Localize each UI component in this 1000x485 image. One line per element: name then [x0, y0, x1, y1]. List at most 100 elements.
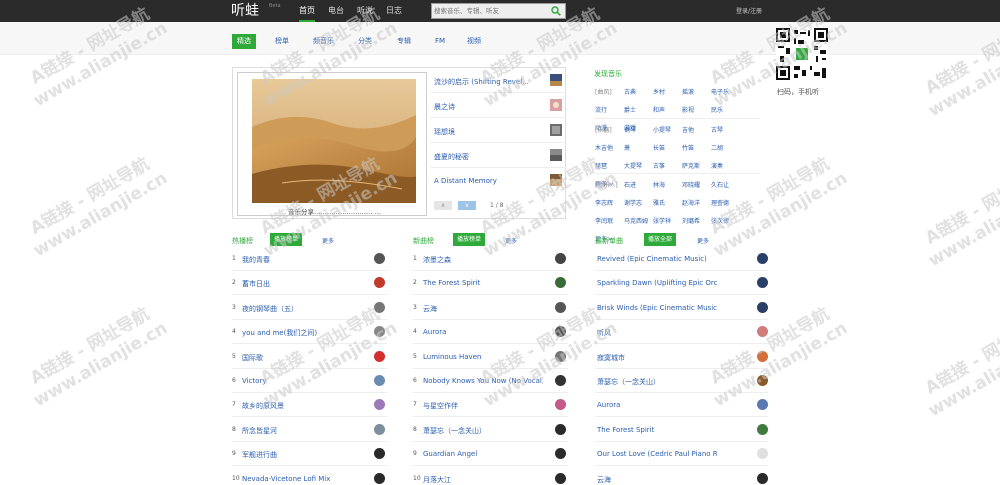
song-title[interactable]: 萧瑟忘（一念关山）	[597, 377, 717, 387]
slide-item-title[interactable]: 盛夏的秘密	[434, 152, 534, 162]
artist-avatar[interactable]	[374, 423, 385, 435]
song-title[interactable]: Brisk Winds (Epic Cinematic Music)	[597, 304, 717, 312]
song-row[interactable]: 10 月落大江	[413, 467, 568, 485]
tag-link[interactable]: 吉他	[682, 125, 694, 134]
tag-link[interactable]: 古典	[624, 87, 636, 96]
song-title[interactable]: 所念皆星河	[242, 426, 362, 436]
tag-link[interactable]: 古筝	[653, 161, 665, 170]
song-row[interactable]: 2 The Forest Spirit	[413, 271, 568, 296]
song-title[interactable]: The Forest Spirit	[597, 426, 717, 434]
song-title[interactable]: Nevada-Vicetone Lofi Mix	[242, 475, 362, 483]
nav-radio[interactable]: 电台	[328, 0, 344, 22]
slide-item[interactable]: 盛夏的秘密	[430, 143, 566, 168]
login-link[interactable]: 登录/注册	[736, 6, 762, 15]
slide-item-title[interactable]: 瑶想境	[434, 127, 534, 137]
song-row[interactable]: 9 军舰进行曲	[232, 442, 387, 467]
song-row[interactable]: Brisk Winds (Epic Cinematic Music)	[595, 296, 768, 320]
artist-avatar[interactable]	[374, 399, 385, 411]
artist-avatar[interactable]	[555, 423, 566, 435]
tag-link[interactable]: 邓晓耀	[682, 180, 700, 189]
song-row[interactable]: Sparkling Dawn (Uplifting Epic Orchest..…	[595, 271, 768, 296]
artist-avatar[interactable]	[757, 399, 768, 411]
tag-link[interactable]: 乡村	[653, 87, 665, 96]
song-title[interactable]: 浓墨之森	[423, 255, 543, 265]
slide-item-title[interactable]: 晨之诗	[434, 102, 534, 112]
tag-link[interactable]: 长笛	[653, 143, 665, 152]
play-all-button[interactable]: 播放全部	[644, 233, 677, 246]
song-row[interactable]: 2 蓄市日出	[232, 271, 387, 296]
tag-link[interactable]: 二胡	[711, 143, 723, 152]
search-input[interactable]	[434, 5, 546, 17]
artist-avatar[interactable]	[757, 448, 768, 460]
tag-link[interactable]: 钢琴	[624, 125, 636, 134]
tag-link[interactable]: 久石让	[711, 180, 729, 189]
artist-avatar[interactable]	[757, 253, 768, 264]
song-row[interactable]: 听风	[595, 320, 768, 345]
song-title[interactable]: 与星空作伴	[423, 401, 543, 411]
tag-link[interactable]: 雅氏	[653, 198, 665, 207]
song-title[interactable]: 云海	[597, 475, 717, 485]
tag-link[interactable]: 张学祥	[653, 216, 671, 225]
song-title[interactable]: 故乡的原风景	[242, 401, 362, 411]
song-title[interactable]: Our Lost Love (Cedric Paul Piano Remix)	[597, 450, 717, 458]
song-row[interactable]: 云海	[595, 467, 768, 485]
song-row[interactable]: 8 所念皆星河	[232, 418, 387, 442]
song-title[interactable]: Guardian Angel	[423, 450, 543, 458]
artist-avatar[interactable]	[374, 350, 385, 362]
song-title[interactable]: 我的青春	[242, 255, 362, 265]
tag-link[interactable]: 和声	[653, 105, 665, 114]
tab-video[interactable]: 视频	[462, 34, 486, 49]
tag-link[interactable]: 刘璐希	[682, 216, 700, 225]
tag-link[interactable]: 马克西姆	[624, 216, 648, 225]
carousel-prev-button[interactable]: ∧	[434, 201, 452, 210]
search-icon[interactable]	[551, 6, 561, 16]
tag-link[interactable]: 石进	[624, 180, 636, 189]
song-row[interactable]: 8 萧瑟忘（一念关山）	[413, 418, 568, 442]
slide-item-title[interactable]: A Distant Memory	[434, 177, 534, 185]
song-title[interactable]: 云海	[423, 304, 543, 314]
tag-link[interactable]: 小提琴	[653, 125, 671, 134]
artist-avatar[interactable]	[555, 277, 566, 289]
carousel-next-button[interactable]: ∨	[458, 201, 476, 210]
song-title[interactable]: Revived (Epic Cinematic Music)	[597, 255, 717, 263]
artist-avatar[interactable]	[555, 301, 566, 313]
tag-link[interactable]: 大提琴	[624, 161, 642, 170]
song-title[interactable]: 军舰进行曲	[242, 450, 362, 460]
artist-avatar[interactable]	[555, 399, 566, 411]
song-row[interactable]: 3 云海	[413, 296, 568, 320]
tag-link[interactable]: 萨克斯	[682, 161, 700, 170]
tag-link[interactable]: 演奏	[711, 161, 723, 170]
artist-avatar[interactable]	[555, 253, 566, 264]
tag-link[interactable]: 萧	[624, 143, 630, 152]
artist-avatar[interactable]	[757, 423, 768, 435]
song-title[interactable]: Aurora	[423, 328, 543, 336]
site-logo[interactable]: 听蛙	[231, 3, 259, 19]
song-row[interactable]: 9 Guardian Angel	[413, 442, 568, 467]
tab-charts[interactable]: 榜单	[270, 34, 294, 49]
song-title[interactable]: 萧瑟忘（一念关山）	[423, 426, 543, 436]
tag-link[interactable]: 流行	[595, 105, 607, 114]
tag-link[interactable]: 李闰珉	[595, 216, 613, 225]
nav-home[interactable]: 首页	[299, 0, 315, 22]
song-title[interactable]: Aurora	[597, 401, 717, 409]
tag-link[interactable]: 竹笛	[682, 143, 694, 152]
artist-avatar[interactable]	[374, 253, 385, 264]
artist-avatar[interactable]	[374, 277, 385, 289]
song-row[interactable]: The Forest Spirit	[595, 418, 768, 442]
tag-link[interactable]: 谢学志	[624, 198, 642, 207]
tag-link[interactable]: 影视	[682, 105, 694, 114]
song-row[interactable]: Our Lost Love (Cedric Paul Piano Remix)	[595, 442, 768, 467]
tag-link[interactable]: 摇滚	[682, 87, 694, 96]
tag-link[interactable]: 林海	[653, 180, 665, 189]
more-link[interactable]: 更多	[322, 236, 334, 245]
artist-avatar[interactable]	[757, 301, 768, 313]
artist-avatar[interactable]	[374, 472, 385, 484]
artist-avatar[interactable]	[555, 375, 566, 386]
tag-link[interactable]: 爵士	[624, 105, 636, 114]
song-title[interactable]: 蓄市日出	[242, 279, 362, 289]
artist-avatar[interactable]	[374, 448, 385, 460]
song-row[interactable]: 1 我的青春	[232, 247, 387, 271]
artist-avatar[interactable]	[374, 375, 385, 386]
tag-link[interactable]: 赵海洋	[682, 198, 700, 207]
song-title[interactable]: 月落大江	[423, 475, 543, 485]
